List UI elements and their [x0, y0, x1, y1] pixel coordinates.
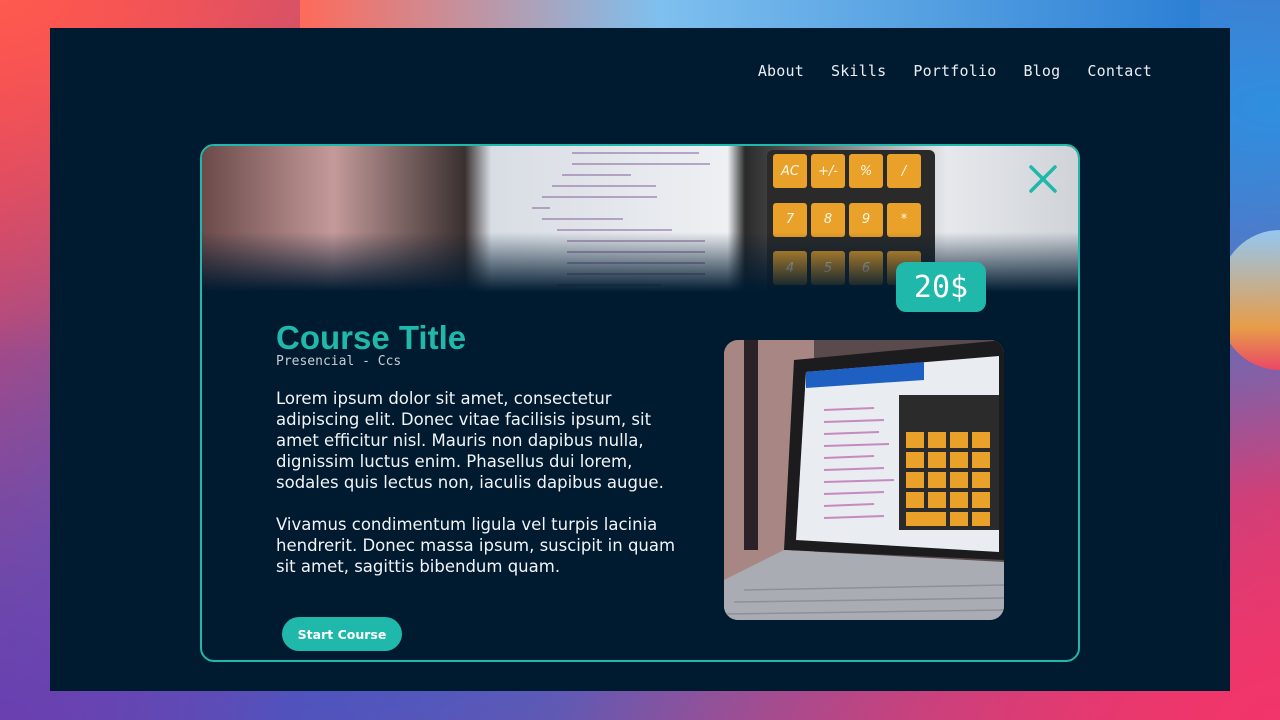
price-badge: 20$ [896, 262, 986, 312]
calc-key: % [849, 154, 883, 188]
course-title: Course Title [276, 319, 467, 356]
nav-about[interactable]: About [758, 62, 804, 80]
close-button[interactable] [1026, 162, 1060, 196]
website-page: About Skills Portfolio Blog Contact AC +… [50, 28, 1230, 691]
main-nav: About Skills Portfolio Blog Contact [758, 62, 1152, 80]
course-description: Vivamus condimentum ligula vel turpis la… [276, 515, 676, 576]
nav-blog[interactable]: Blog [1023, 62, 1060, 80]
nav-skills[interactable]: Skills [831, 62, 886, 80]
course-content: Course Title Presencial - Ccs Lorem ipsu… [276, 320, 696, 577]
wallpaper-top [300, 0, 1200, 28]
calc-key: +/- [811, 154, 845, 188]
laptop-photo [724, 340, 1004, 620]
nav-portfolio[interactable]: Portfolio [913, 62, 996, 80]
calc-key: AC [773, 154, 807, 188]
close-icon [1029, 165, 1057, 193]
course-description: Lorem ipsum dolor sit amet, consectetur … [276, 389, 664, 492]
start-course-button[interactable]: Start Course [282, 617, 402, 651]
course-image [724, 340, 1004, 620]
course-modal: AC +/- % / 7 8 9 * 4 5 6 - 20$ Co [200, 144, 1080, 662]
calc-key: / [887, 154, 921, 188]
nav-contact[interactable]: Contact [1087, 62, 1152, 80]
course-subtitle: Presencial - Ccs [276, 354, 402, 369]
